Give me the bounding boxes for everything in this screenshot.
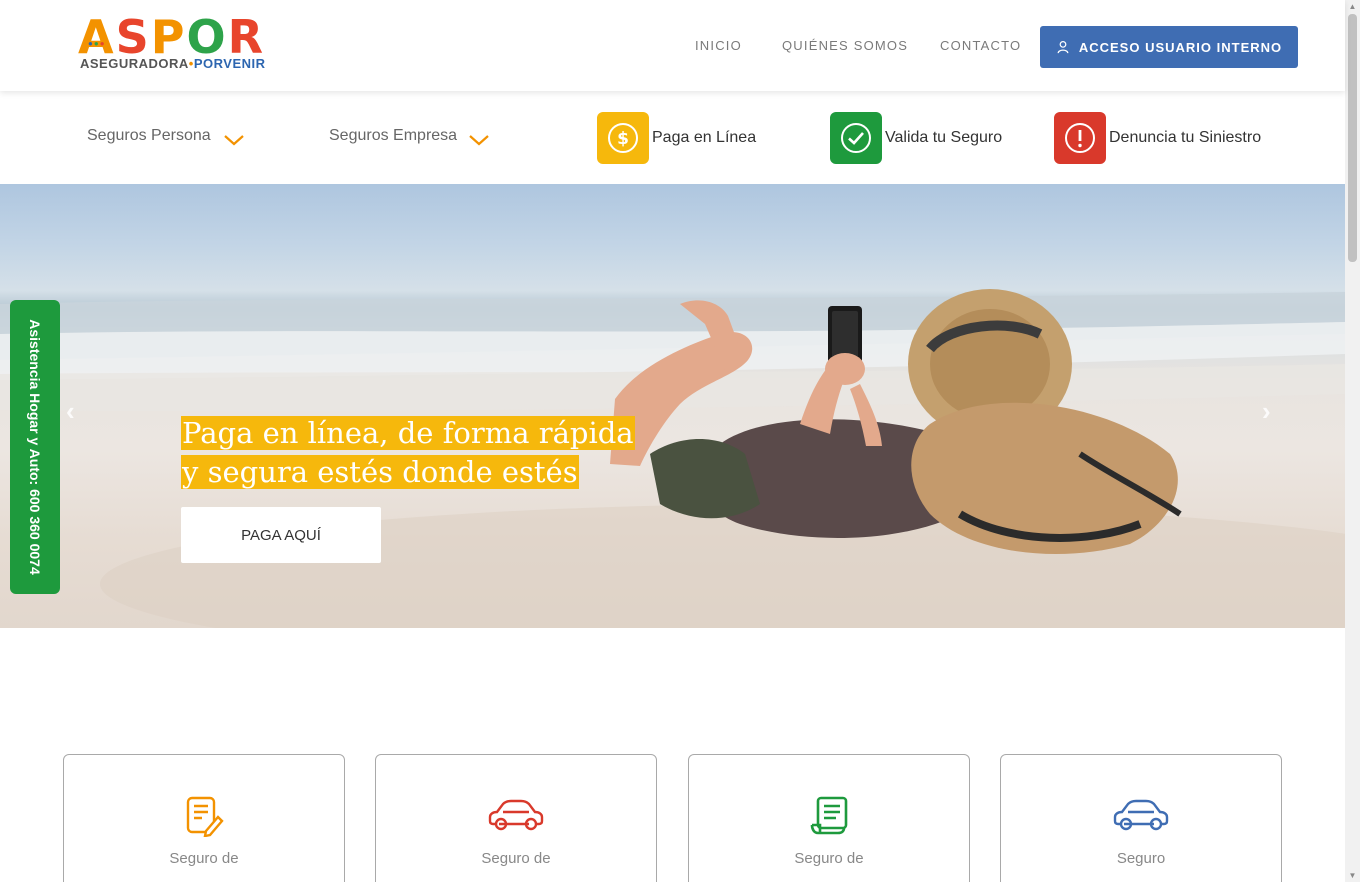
car-icon <box>486 795 546 837</box>
card-title: Seguro de <box>794 850 864 867</box>
exclamation-icon <box>1054 112 1106 164</box>
acceso-usuario-interno-button[interactable]: ACCESO USUARIO INTERNO <box>1040 26 1298 68</box>
nav-quienes-somos[interactable]: QUIÉNES SOMOS <box>782 38 908 53</box>
aspor-logo[interactable]: ASPOR ●●●● ASEGURADORA•PORVENIR <box>78 12 310 72</box>
page-scrollbar[interactable]: ▲ ▼ <box>1345 0 1360 882</box>
user-icon <box>1057 40 1069 54</box>
chevron-down-icon <box>224 135 244 146</box>
quick-label: Valida tu Seguro <box>885 129 1003 146</box>
paga-aqui-button[interactable]: PAGA AQUÍ <box>181 507 381 563</box>
logo-subtitle: ASEGURADORA•PORVENIR <box>80 56 266 71</box>
scroll-thumb[interactable] <box>1348 14 1357 262</box>
asistencia-side-tab[interactable]: Asistencia Hogar y Auto: 600 360 0074 <box>10 300 60 594</box>
top-header: ASPOR ●●●● ASEGURADORA•PORVENIR INICIO Q… <box>0 0 1345 91</box>
check-icon <box>830 112 882 164</box>
carousel-prev-arrow[interactable]: ‹ <box>66 396 75 427</box>
logo-sub-right: PORVENIR <box>193 56 266 71</box>
hero-headline: Paga en línea, de forma rápida y segura … <box>181 414 635 492</box>
card-title: Seguro de <box>481 850 551 867</box>
card-title: Seguro de <box>169 850 239 867</box>
svg-text:$: $ <box>617 129 629 149</box>
car-icon <box>1111 795 1171 837</box>
hero-carousel: ‹ › Paga en línea, de forma rápida y seg… <box>0 184 1345 628</box>
hero-headline-line1: Paga en línea, de forma rápida <box>181 416 635 450</box>
quick-denuncia-siniestro[interactable]: Denuncia tu Siniestro <box>1054 112 1261 164</box>
dropdown-label: Seguros Persona <box>87 127 211 144</box>
scroll-up-arrow-icon[interactable]: ▲ <box>1348 2 1357 11</box>
document-edit-icon <box>174 795 234 837</box>
page: ASPOR ●●●● ASEGURADORA•PORVENIR INICIO Q… <box>0 0 1360 882</box>
nav-inicio[interactable]: INICIO <box>695 38 742 53</box>
asistencia-label: Asistencia Hogar y Auto: 600 360 0074 <box>27 319 43 575</box>
logo-sub-left: ASEGURADORA <box>80 56 189 71</box>
card-title: Seguro <box>1116 850 1166 867</box>
product-card[interactable]: Seguro <box>1000 754 1282 882</box>
carousel-next-arrow[interactable]: › <box>1262 396 1271 427</box>
logo-wordmark: ASPOR <box>78 12 265 62</box>
dropdown-seguros-persona[interactable]: Seguros Persona <box>87 127 244 146</box>
dollar-icon: $ <box>597 112 649 164</box>
scroll-document-icon <box>799 795 859 837</box>
dropdown-seguros-empresa[interactable]: Seguros Empresa <box>329 127 489 146</box>
quick-valida-tu-seguro[interactable]: Valida tu Seguro <box>830 112 1002 164</box>
product-card[interactable]: Seguro de <box>63 754 345 882</box>
nav-contacto[interactable]: CONTACTO <box>940 38 1021 53</box>
quick-paga-en-linea[interactable]: $ Paga en Línea <box>597 112 756 164</box>
hero-headline-line2: y segura estés donde estés <box>181 455 579 489</box>
product-card[interactable]: Seguro de <box>688 754 970 882</box>
dropdown-label: Seguros Empresa <box>329 127 458 144</box>
logo-dots: ●●●● <box>88 39 112 48</box>
chevron-down-icon <box>469 135 489 146</box>
product-card[interactable]: Seguro de <box>375 754 657 882</box>
acceso-label: ACCESO USUARIO INTERNO <box>1078 39 1283 55</box>
quick-label: Denuncia tu Siniestro <box>1109 129 1262 146</box>
scroll-down-arrow-icon[interactable]: ▼ <box>1348 871 1357 880</box>
quick-label: Paga en Línea <box>652 129 757 146</box>
